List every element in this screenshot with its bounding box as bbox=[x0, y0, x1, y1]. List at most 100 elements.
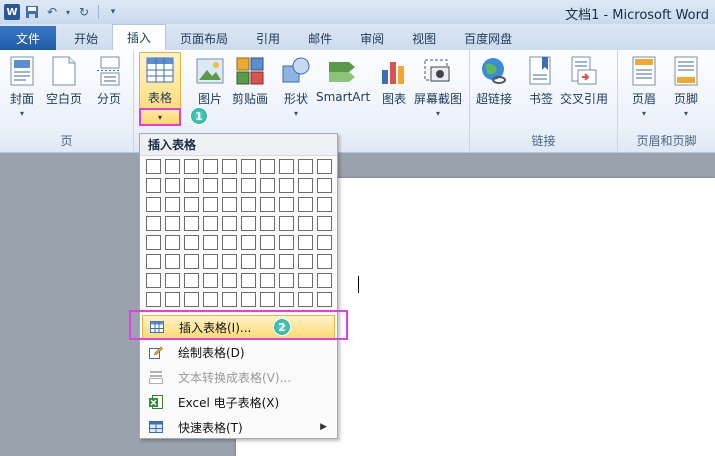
grid-cell[interactable] bbox=[203, 216, 218, 231]
tab-page-layout[interactable]: 页面布局 bbox=[166, 26, 242, 50]
grid-cell[interactable] bbox=[317, 254, 332, 269]
grid-cell[interactable] bbox=[260, 197, 275, 212]
hyperlink-button[interactable]: 超链接 bbox=[476, 54, 512, 107]
tab-insert[interactable]: 插入 bbox=[112, 24, 167, 50]
grid-cell[interactable] bbox=[146, 197, 161, 212]
cross-reference-button[interactable]: 交叉引用 bbox=[560, 54, 608, 107]
shapes-button[interactable]: 形状 ▾ bbox=[280, 54, 312, 119]
grid-cell[interactable] bbox=[146, 159, 161, 174]
grid-cell[interactable] bbox=[317, 216, 332, 231]
grid-cell[interactable] bbox=[241, 216, 256, 231]
grid-cell[interactable] bbox=[260, 216, 275, 231]
grid-cell[interactable] bbox=[165, 273, 180, 288]
grid-cell[interactable] bbox=[241, 197, 256, 212]
grid-cell[interactable] bbox=[203, 292, 218, 307]
grid-cell[interactable] bbox=[241, 178, 256, 193]
bookmark-button[interactable]: 书签 bbox=[525, 54, 557, 107]
grid-cell[interactable] bbox=[146, 254, 161, 269]
screenshot-button[interactable]: 屏幕截图 ▾ bbox=[414, 54, 462, 119]
grid-cell[interactable] bbox=[203, 178, 218, 193]
save-icon[interactable] bbox=[24, 4, 40, 20]
grid-cell[interactable] bbox=[184, 254, 199, 269]
grid-cell[interactable] bbox=[184, 197, 199, 212]
grid-cell[interactable] bbox=[146, 292, 161, 307]
grid-cell[interactable] bbox=[279, 197, 294, 212]
grid-cell[interactable] bbox=[317, 292, 332, 307]
footer-button[interactable]: 页脚 ▾ bbox=[670, 54, 702, 119]
grid-cell[interactable] bbox=[146, 216, 161, 231]
grid-cell[interactable] bbox=[260, 159, 275, 174]
grid-cell[interactable] bbox=[241, 273, 256, 288]
grid-cell[interactable] bbox=[146, 273, 161, 288]
grid-cell[interactable] bbox=[241, 292, 256, 307]
grid-cell[interactable] bbox=[203, 235, 218, 250]
redo-icon[interactable]: ↻ bbox=[76, 4, 92, 20]
customize-qat-icon[interactable]: ▾ bbox=[105, 4, 121, 20]
undo-icon[interactable]: ↶ bbox=[44, 4, 60, 20]
grid-cell[interactable] bbox=[165, 159, 180, 174]
picture-button[interactable]: 图片 bbox=[194, 54, 226, 107]
blank-page-button[interactable]: 空白页 bbox=[46, 54, 82, 107]
grid-cell[interactable] bbox=[260, 292, 275, 307]
grid-cell[interactable] bbox=[184, 216, 199, 231]
grid-cell[interactable] bbox=[222, 216, 237, 231]
grid-cell[interactable] bbox=[184, 178, 199, 193]
grid-cell[interactable] bbox=[222, 159, 237, 174]
tab-view[interactable]: 视图 bbox=[398, 26, 450, 50]
grid-cell[interactable] bbox=[279, 159, 294, 174]
grid-cell[interactable] bbox=[146, 235, 161, 250]
grid-cell[interactable] bbox=[279, 254, 294, 269]
tab-file[interactable]: 文件 bbox=[0, 26, 56, 50]
grid-cell[interactable] bbox=[317, 197, 332, 212]
grid-cell[interactable] bbox=[279, 235, 294, 250]
grid-cell[interactable] bbox=[203, 159, 218, 174]
undo-dropdown-icon[interactable]: ▾ bbox=[64, 4, 72, 20]
grid-cell[interactable] bbox=[279, 216, 294, 231]
grid-cell[interactable] bbox=[241, 159, 256, 174]
tab-mailings[interactable]: 邮件 bbox=[294, 26, 346, 50]
grid-cell[interactable] bbox=[222, 235, 237, 250]
grid-cell[interactable] bbox=[222, 178, 237, 193]
cover-button[interactable]: 封面 ▾ bbox=[6, 54, 38, 119]
menu-item-excel-spreadsheet[interactable]: Excel 电子表格(X) bbox=[142, 390, 335, 414]
grid-cell[interactable] bbox=[260, 254, 275, 269]
grid-cell[interactable] bbox=[279, 273, 294, 288]
grid-cell[interactable] bbox=[298, 273, 313, 288]
grid-cell[interactable] bbox=[317, 159, 332, 174]
grid-cell[interactable] bbox=[203, 254, 218, 269]
table-size-grid[interactable] bbox=[146, 159, 332, 307]
grid-cell[interactable] bbox=[241, 254, 256, 269]
grid-cell[interactable] bbox=[165, 178, 180, 193]
grid-cell[interactable] bbox=[184, 273, 199, 288]
grid-cell[interactable] bbox=[222, 197, 237, 212]
grid-cell[interactable] bbox=[260, 273, 275, 288]
page-break-button[interactable]: 分页 bbox=[93, 54, 125, 107]
grid-cell[interactable] bbox=[146, 178, 161, 193]
grid-cell[interactable] bbox=[222, 292, 237, 307]
grid-cell[interactable] bbox=[222, 254, 237, 269]
grid-cell[interactable] bbox=[165, 216, 180, 231]
table-dropdown-arrow[interactable]: ▾ bbox=[139, 108, 181, 126]
grid-cell[interactable] bbox=[184, 235, 199, 250]
grid-cell[interactable] bbox=[241, 235, 256, 250]
grid-cell[interactable] bbox=[317, 178, 332, 193]
menu-item-quick-tables[interactable]: 快速表格(T) ▶ bbox=[142, 415, 335, 439]
grid-cell[interactable] bbox=[165, 197, 180, 212]
tab-review[interactable]: 审阅 bbox=[346, 26, 398, 50]
smartart-button[interactable]: SmartArt bbox=[316, 54, 370, 104]
grid-cell[interactable] bbox=[260, 235, 275, 250]
grid-cell[interactable] bbox=[279, 178, 294, 193]
grid-cell[interactable] bbox=[298, 178, 313, 193]
word-logo-icon[interactable]: W bbox=[4, 4, 20, 20]
grid-cell[interactable] bbox=[298, 235, 313, 250]
grid-cell[interactable] bbox=[184, 292, 199, 307]
tab-home[interactable]: 开始 bbox=[60, 26, 112, 50]
grid-cell[interactable] bbox=[222, 273, 237, 288]
tab-baidu-netdisk[interactable]: 百度网盘 bbox=[450, 26, 526, 50]
grid-cell[interactable] bbox=[298, 292, 313, 307]
grid-cell[interactable] bbox=[279, 292, 294, 307]
grid-cell[interactable] bbox=[298, 197, 313, 212]
menu-item-draw-table[interactable]: 绘制表格(D) bbox=[142, 340, 335, 364]
grid-cell[interactable] bbox=[298, 159, 313, 174]
grid-cell[interactable] bbox=[317, 273, 332, 288]
